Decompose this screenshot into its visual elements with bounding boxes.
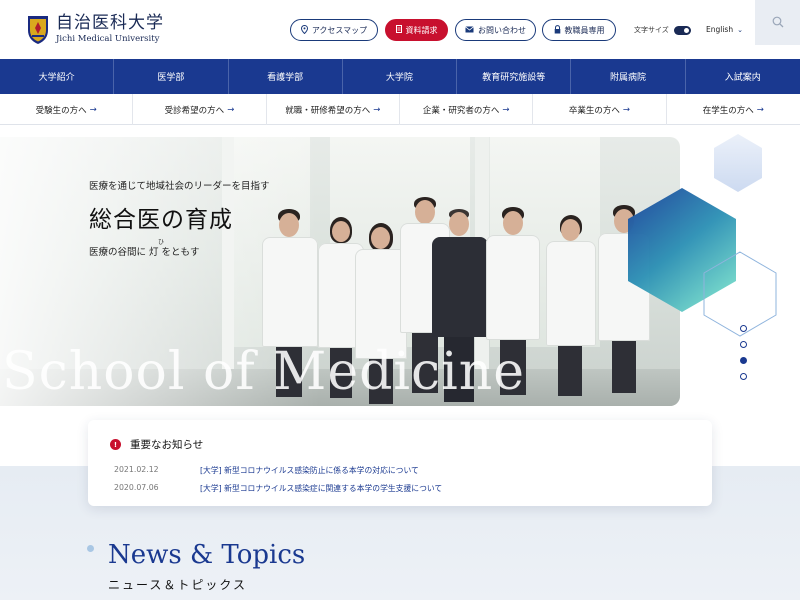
notice-link[interactable]: [大学] 新型コロナウイルス感染症に関連する本学の学生支援について — [200, 483, 442, 494]
nav-admissions[interactable]: 入試案内 — [686, 59, 800, 94]
nav-nursing[interactable]: 看護学部 — [229, 59, 343, 94]
arrow-right-icon: → — [373, 104, 381, 115]
slide-dot-2[interactable] — [740, 341, 747, 348]
notice-link[interactable]: [大学] 新型コロナウイルス感染防止に係る本学の対応について — [200, 465, 419, 476]
search-button[interactable] — [755, 0, 800, 45]
slide-indicators — [740, 325, 747, 389]
slide-dot-1[interactable] — [740, 325, 747, 332]
subnav-job-seekers[interactable]: 就職・研修希望の方へ → — [267, 94, 400, 125]
news-bullet-icon — [87, 545, 94, 552]
contact-button[interactable]: お問い合わせ — [455, 19, 536, 41]
subnav-applicants[interactable]: 受験生の方へ → — [0, 94, 134, 125]
access-map-button[interactable]: アクセスマップ — [290, 19, 378, 41]
logo-name-en: Jichi Medical University — [56, 33, 160, 44]
notice-date: 2020.07.06 — [114, 483, 159, 492]
notice-item[interactable]: 2021.02.12 [大学] 新型コロナウイルス感染防止に係る本学の対応につい… — [114, 465, 419, 476]
chevron-down-icon: ⌄ — [737, 26, 743, 34]
hero-background-text: School of Medicine — [2, 342, 526, 402]
news-section-subtitle: ニュース＆トピックス — [108, 578, 248, 592]
arrow-right-icon: → — [622, 104, 631, 115]
request-materials-button[interactable]: 資料請求 — [385, 19, 448, 41]
subnav-alumni[interactable]: 卒業生の方へ → — [533, 94, 667, 125]
mail-icon — [465, 25, 474, 35]
main-navigation: 大学紹介 医学部 看護学部 大学院 教育研究施設等 附属病院 入試案内 — [0, 59, 800, 94]
arrow-right-icon: → — [756, 104, 764, 115]
lock-icon — [554, 24, 561, 36]
nav-medicine[interactable]: 医学部 — [114, 59, 229, 94]
arrow-right-icon: → — [502, 104, 510, 115]
site-logo[interactable]: 自治医科大学 Jichi Medical University — [26, 13, 164, 45]
hero-lead-text: 医療を通じて地域社会のリーダーを目指す — [89, 181, 270, 192]
nav-graduate-school[interactable]: 大学院 — [343, 59, 458, 94]
subnav-companies[interactable]: 企業・研究者の方へ → — [400, 94, 534, 125]
subnav-patients[interactable]: 受診希望の方へ → — [133, 94, 267, 125]
slide-dot-4[interactable] — [740, 373, 747, 380]
audience-navigation: 受験生の方へ → 受診希望の方へ → 就職・研修希望の方へ → 企業・研究者の方へ → … — [0, 94, 800, 125]
document-icon — [395, 25, 402, 35]
university-crest-icon — [26, 13, 50, 45]
news-section-title: News & Topics — [108, 540, 306, 570]
notice-item[interactable]: 2020.07.06 [大学] 新型コロナウイルス感染症に関連する本学の学生支援… — [114, 483, 442, 494]
alert-icon: ! — [110, 439, 121, 450]
slide-dot-3[interactable] — [740, 357, 747, 364]
arrow-right-icon: → — [89, 104, 97, 115]
nav-hospital[interactable]: 附属病院 — [571, 59, 686, 94]
search-icon — [772, 13, 784, 32]
arrow-right-icon: → — [227, 104, 235, 115]
nav-about[interactable]: 大学紹介 — [0, 59, 115, 94]
site-header: 自治医科大学 Jichi Medical University アクセスマップ … — [0, 0, 800, 60]
subnav-students[interactable]: 在学生の方へ → — [667, 94, 800, 125]
important-notice-card: ! 重要なお知らせ 2021.02.12 [大学] 新型コロナウイルス感染防止に… — [88, 420, 712, 506]
notice-date: 2021.02.12 — [114, 465, 159, 474]
language-selector[interactable]: English ⌄ — [706, 25, 743, 34]
font-size-toggle[interactable] — [673, 25, 691, 35]
hero-subtitle: 医療の谷間に 灯 をともす — [89, 247, 200, 258]
nav-research-facilities[interactable]: 教育研究施設等 — [457, 59, 572, 94]
logo-name-jp: 自治医科大学 — [56, 12, 164, 33]
staff-only-button[interactable]: 教職員専用 — [542, 19, 616, 41]
hero-title: 総合医の育成 — [89, 207, 233, 233]
font-size-control: 文字サイズ — [634, 25, 691, 35]
notice-title: 重要なお知らせ — [130, 439, 204, 451]
map-pin-icon — [300, 24, 308, 36]
hexagon-decoration-icon — [628, 134, 777, 337]
